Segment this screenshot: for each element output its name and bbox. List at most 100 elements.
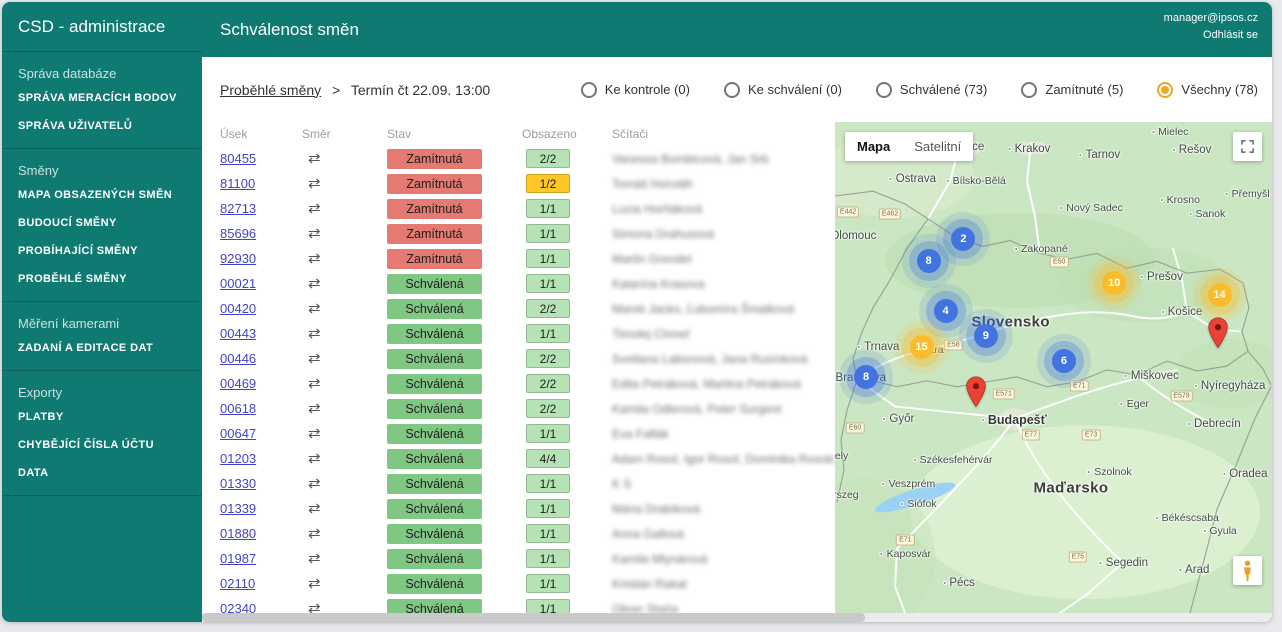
- sidebar-item-chybejici-cisla-uctu[interactable]: CHYBĚJÍCÍ ČÍSLA ÚČTU: [2, 431, 202, 459]
- occupancy-badge: 1/1: [526, 199, 570, 218]
- column-header-stav: Stav: [387, 127, 522, 141]
- obsazeno-cell: 1/1: [522, 574, 612, 593]
- sidebar-item-probehle-smeny[interactable]: PROBĚHLÉ SMĚNY: [2, 265, 202, 293]
- occupancy-badge: 1/1: [526, 274, 570, 293]
- table-row: 01987⇄Schválená1/1Kamila Mlynárová: [220, 546, 835, 571]
- scrollbar-thumb[interactable]: [202, 613, 865, 622]
- usek-cell: 92930: [220, 250, 302, 268]
- occupancy-badge: 2/2: [526, 299, 570, 318]
- map-cluster-marker[interactable]: 8: [854, 365, 878, 389]
- usek-link[interactable]: 00647: [220, 426, 256, 441]
- obsazeno-cell: 1/1: [522, 249, 612, 268]
- status-badge: Zamítnutá: [387, 174, 482, 194]
- usek-link[interactable]: 00021: [220, 276, 256, 291]
- filter-label: Ke schválení (0): [748, 82, 842, 97]
- toolbar-row: Proběhlé směny > Termín čt 22.09. 13:00 …: [202, 57, 1272, 122]
- app-title: CSD - administrace: [2, 2, 202, 52]
- logout-link[interactable]: Odhlásit se: [1164, 27, 1258, 44]
- filter-radio-schvalene-73[interactable]: Schválené (73): [876, 82, 987, 98]
- smer-cell: ⇄: [302, 175, 387, 193]
- stav-cell: Schválená: [387, 299, 522, 319]
- scitaci-names: Eva Faflák: [612, 427, 835, 441]
- usek-link[interactable]: 00420: [220, 301, 256, 316]
- user-email: manager@ipsos.cz: [1164, 12, 1258, 24]
- user-block: manager@ipsos.cz Odhlásit se: [1164, 2, 1258, 44]
- swap-direction-icon: ⇄: [302, 375, 321, 392]
- sidebar-item-data[interactable]: DATA: [2, 459, 202, 487]
- filter-radio-vsechny-78[interactable]: Všechny (78): [1157, 82, 1258, 98]
- usek-link[interactable]: 00469: [220, 376, 256, 391]
- sidebar-item-zadani-a-editace-dat[interactable]: ZADANÍ A EDITACE DAT: [2, 334, 202, 362]
- usek-cell: 00446: [220, 350, 302, 368]
- usek-link[interactable]: 01203: [220, 451, 256, 466]
- usek-link[interactable]: 02110: [220, 576, 255, 591]
- usek-link[interactable]: 00446: [220, 351, 256, 366]
- map-type-control: Mapa Satelitní: [845, 132, 973, 161]
- filter-radio-ke-kontrole-0[interactable]: Ke kontrole (0): [581, 82, 690, 98]
- map-pin-marker[interactable]: [965, 376, 987, 408]
- sidebar-item-sprava-meracich-bodov[interactable]: SPRÁVA MERACÍCH BODOV: [2, 84, 202, 112]
- radio-icon: [1021, 82, 1037, 98]
- map-cluster-marker[interactable]: 2: [951, 227, 975, 251]
- usek-link[interactable]: 00618: [220, 401, 256, 416]
- usek-link[interactable]: 81100: [220, 176, 255, 191]
- status-badge: Schválená: [387, 499, 482, 519]
- smer-cell: ⇄: [302, 375, 387, 393]
- map-cluster-marker[interactable]: 14: [1208, 283, 1232, 307]
- pegman-button[interactable]: [1233, 556, 1262, 585]
- occupancy-badge: 1/1: [526, 524, 570, 543]
- fullscreen-button[interactable]: [1233, 132, 1262, 161]
- scitaci-names: Kamila Mlynárová: [612, 552, 835, 566]
- usek-link[interactable]: 01339: [220, 501, 256, 516]
- usek-cell: 00420: [220, 300, 302, 318]
- sidebar-item-platby[interactable]: PLATBY: [2, 403, 202, 431]
- stav-cell: Schválená: [387, 449, 522, 469]
- filter-radio-zamitnute-5[interactable]: Zamítnuté (5): [1021, 82, 1123, 98]
- usek-link[interactable]: 82713: [220, 201, 256, 216]
- breadcrumb-link[interactable]: Proběhlé směny: [220, 82, 321, 98]
- usek-cell: 01339: [220, 500, 302, 518]
- scitaci-names: Adam Rosol, Igor Rosol, Dominika Rosolov…: [612, 452, 835, 466]
- occupancy-badge: 1/1: [526, 499, 570, 518]
- obsazeno-cell: 2/2: [522, 399, 612, 418]
- usek-link[interactable]: 01880: [220, 526, 256, 541]
- map-cluster-marker[interactable]: 8: [917, 249, 941, 273]
- filter-radio-ke-schvaleni-0[interactable]: Ke schválení (0): [724, 82, 842, 98]
- usek-link[interactable]: 80455: [220, 151, 256, 166]
- scitaci-names: Tomáš Horváth: [612, 177, 835, 191]
- map-pin-marker[interactable]: [1207, 317, 1229, 349]
- map-cluster-marker[interactable]: 4: [934, 299, 958, 323]
- swap-direction-icon: ⇄: [302, 200, 321, 217]
- sidebar-section-label: Směny: [2, 153, 202, 181]
- stav-cell: Schválená: [387, 549, 522, 569]
- table-row: 01203⇄Schválená4/4Adam Rosol, Igor Rosol…: [220, 446, 835, 471]
- status-badge: Schválená: [387, 574, 482, 594]
- usek-link[interactable]: 01330: [220, 476, 256, 491]
- sidebar-item-sprava-uzivatelu[interactable]: SPRÁVA UŽIVATELŮ: [2, 112, 202, 140]
- map-cluster-marker[interactable]: 9: [974, 324, 998, 348]
- status-badge: Zamítnutá: [387, 249, 482, 269]
- obsazeno-cell: 1/1: [522, 424, 612, 443]
- usek-link[interactable]: 01987: [220, 551, 256, 566]
- occupancy-badge: 1/1: [526, 324, 570, 343]
- map-cluster-marker[interactable]: 6: [1052, 349, 1076, 373]
- usek-link[interactable]: 85696: [220, 226, 256, 241]
- map-cluster-marker[interactable]: 10: [1102, 271, 1126, 295]
- sidebar-item-mapa-obsazenych-smen[interactable]: MAPA OBSAZENÝCH SMĚN: [2, 181, 202, 209]
- smer-cell: ⇄: [302, 400, 387, 418]
- scitaci-names: Mária Drabíková: [612, 502, 835, 516]
- horizontal-scrollbar[interactable]: [202, 613, 1272, 622]
- map-type-satellite-button[interactable]: Satelitní: [902, 132, 973, 161]
- usek-link[interactable]: 92930: [220, 251, 256, 266]
- pegman-icon: [1241, 560, 1254, 582]
- map-cluster-marker[interactable]: 15: [910, 335, 934, 359]
- sidebar-section: ExportyPLATBYCHYBĚJÍCÍ ČÍSLA ÚČTUDATA: [2, 371, 202, 496]
- sidebar-item-budouci-smeny[interactable]: BUDOUCÍ SMĚNY: [2, 209, 202, 237]
- usek-link[interactable]: 00443: [220, 326, 256, 341]
- obsazeno-cell: 2/2: [522, 374, 612, 393]
- map-type-map-button[interactable]: Mapa: [845, 132, 902, 161]
- map[interactable]: SlovenskoMaďarskoMielecKatoviceKrakovTar…: [835, 122, 1272, 613]
- sidebar-item-probihajici-smeny[interactable]: PROBÍHAJÍCÍ SMĚNY: [2, 237, 202, 265]
- usek-cell: 81100: [220, 175, 302, 193]
- stav-cell: Schválená: [387, 474, 522, 494]
